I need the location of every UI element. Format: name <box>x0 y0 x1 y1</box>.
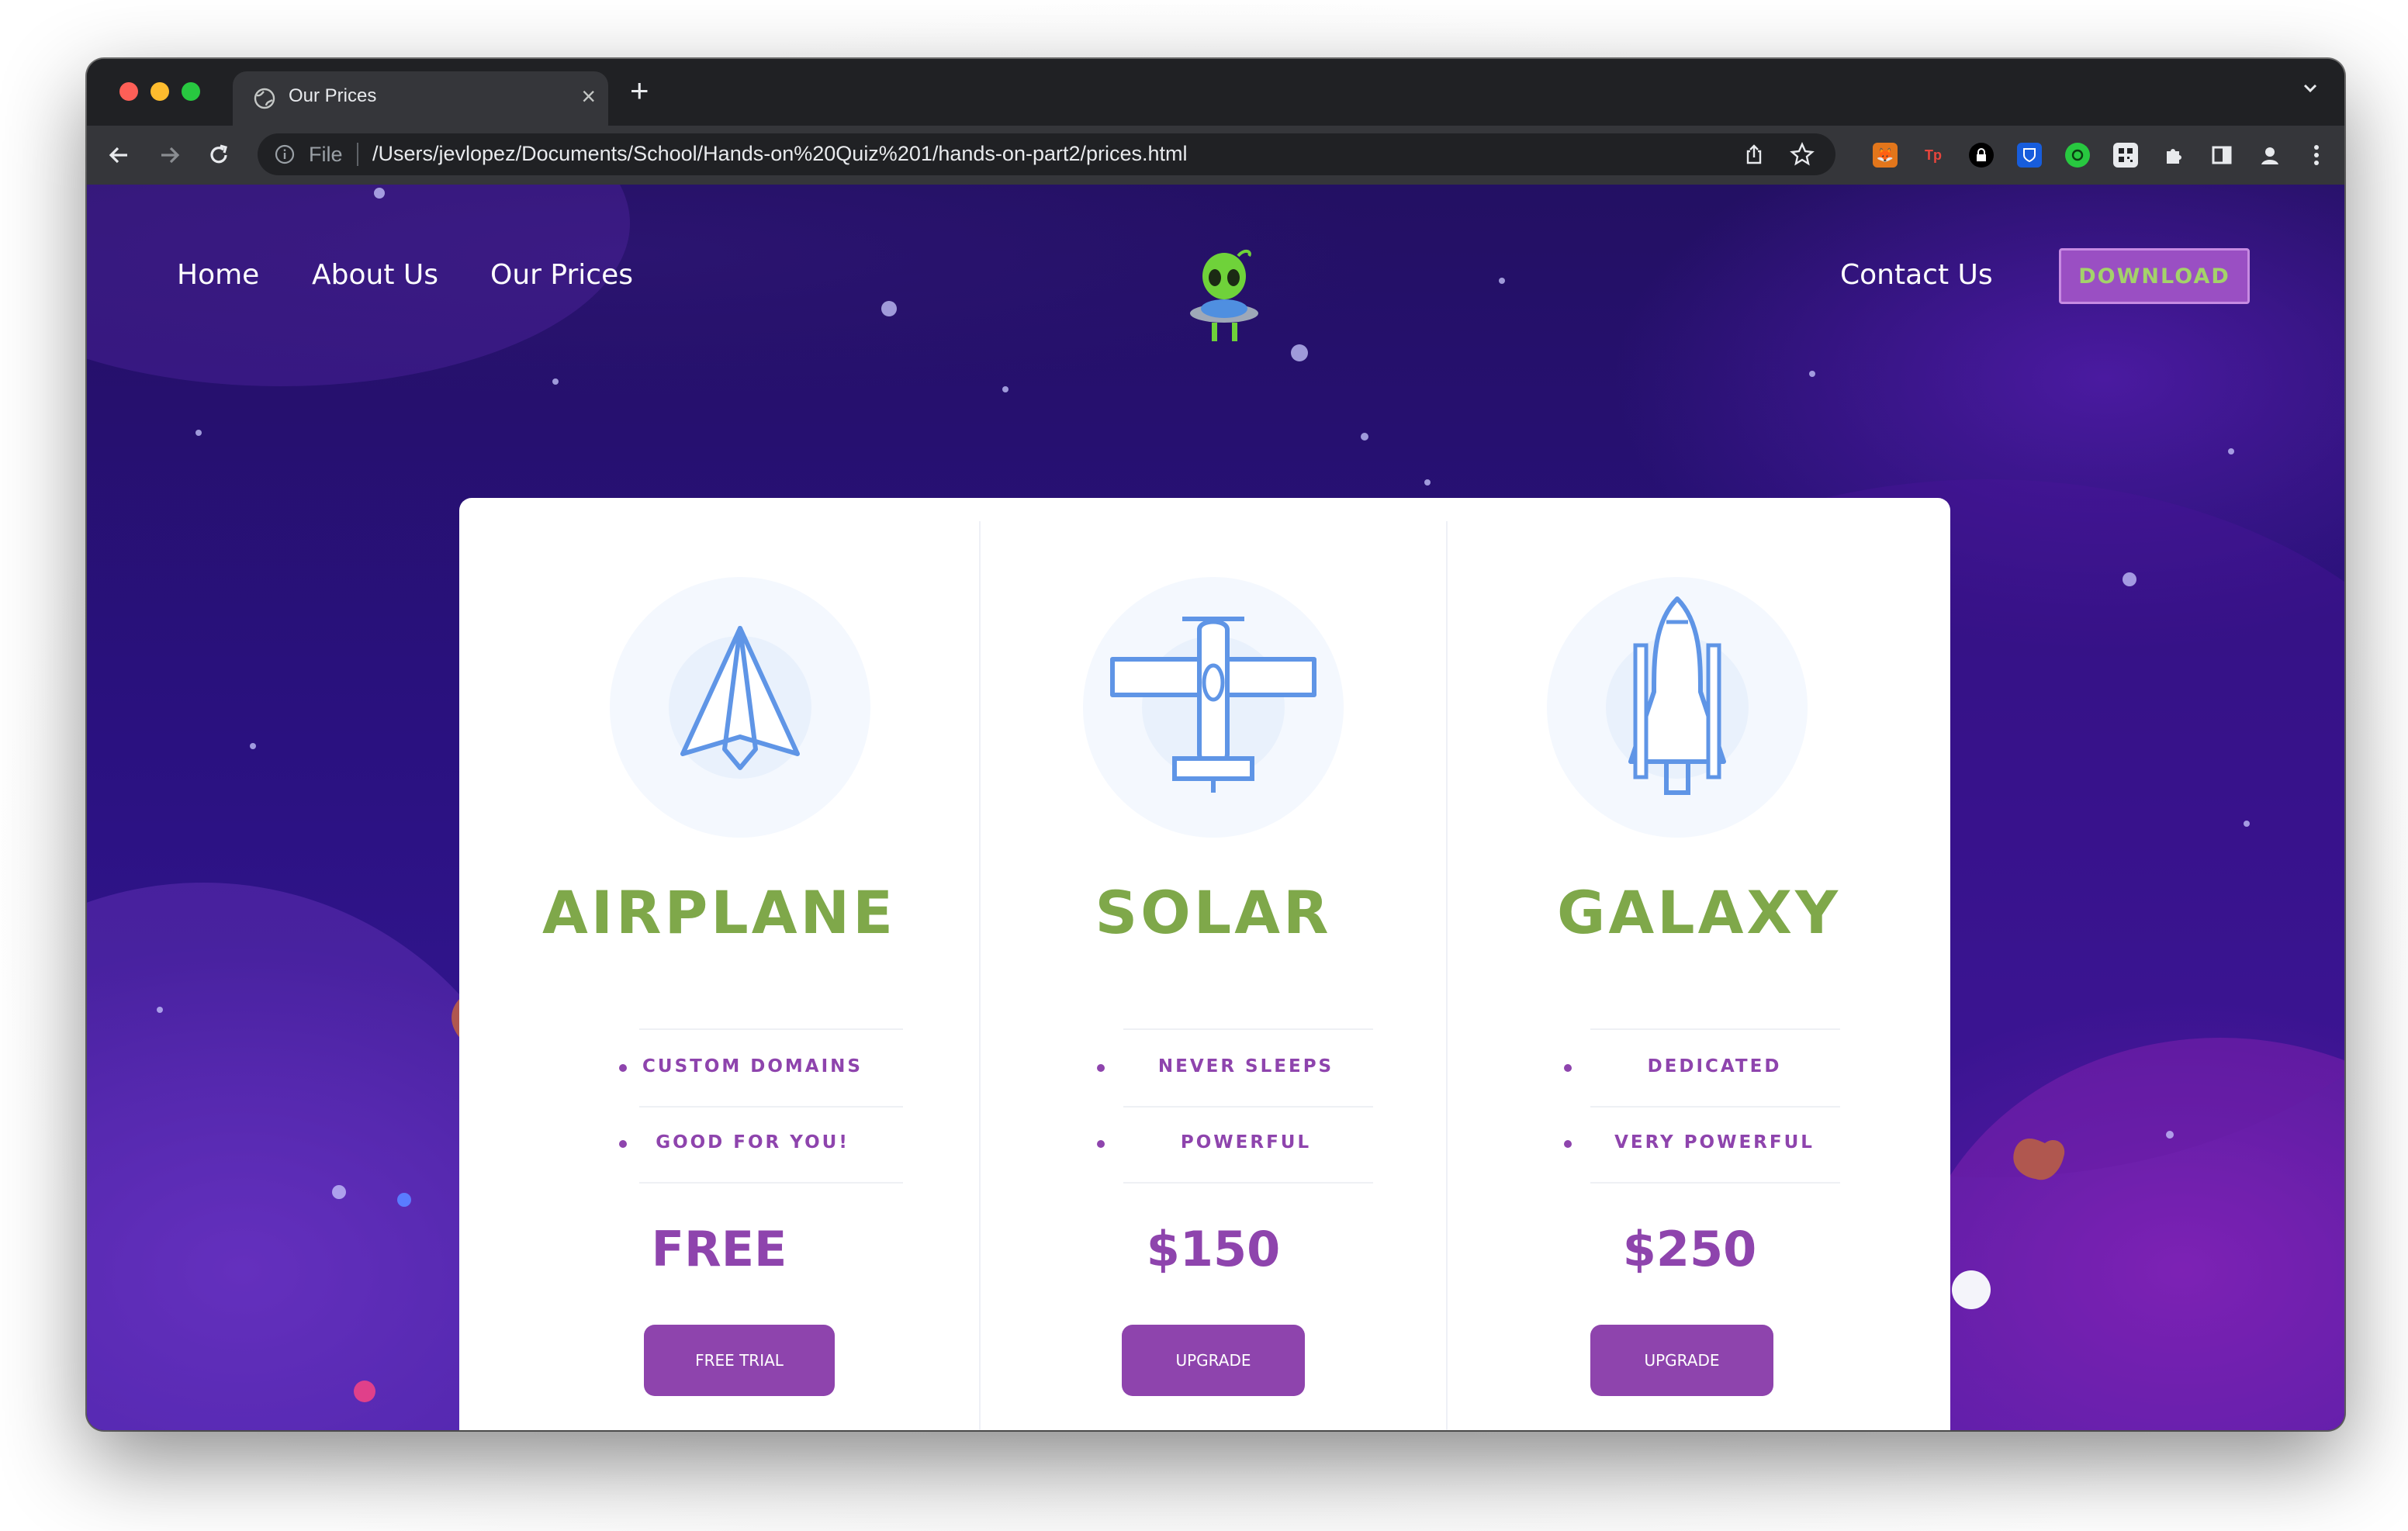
browser-window: Our Prices × + File /Users/jevlopez/Docu… <box>87 59 2344 1430</box>
omnibox-divider <box>357 143 358 166</box>
globe-icon <box>254 88 275 109</box>
close-window-button[interactable] <box>119 82 138 101</box>
url-scheme-label: File <box>309 143 343 166</box>
star-decoration <box>552 378 559 385</box>
profile-icon[interactable] <box>2258 143 2282 168</box>
lock-icon[interactable] <box>1969 143 1994 168</box>
minimize-window-button[interactable] <box>150 82 169 101</box>
feature-divider <box>639 1106 903 1108</box>
page-content: Home About Us Our Prices Contact Us DOWN… <box>87 185 2344 1430</box>
star-decoration <box>2244 821 2250 827</box>
qr-icon[interactable] <box>2113 143 2138 168</box>
feature-divider <box>1123 1028 1373 1030</box>
forward-arrow-icon[interactable] <box>154 140 185 171</box>
info-icon[interactable] <box>275 144 295 164</box>
star-decoration <box>1291 344 1308 361</box>
plan-name: AIRPLANE <box>541 878 897 947</box>
maximize-window-button[interactable] <box>182 82 200 101</box>
star-decoration <box>157 1007 163 1013</box>
feature-item: NEVER SLEEPS <box>1157 1056 1334 1077</box>
star-decoration <box>374 188 385 199</box>
plan-price: $250 <box>1622 1221 1757 1277</box>
new-tab-button[interactable]: + <box>630 71 649 110</box>
reload-icon[interactable] <box>203 140 234 171</box>
url-text[interactable]: /Users/jevlopez/Documents/School/Hands-o… <box>372 142 1188 166</box>
close-tab-icon[interactable]: × <box>581 81 596 112</box>
paper-plane-icon <box>610 577 870 838</box>
menu-icon[interactable] <box>2304 143 2329 168</box>
nav-our-prices[interactable]: Our Prices <box>490 259 633 291</box>
star-decoration <box>1952 1270 1991 1309</box>
space-shuttle-icon <box>1547 577 1808 838</box>
nav-about-us[interactable]: About Us <box>312 259 438 291</box>
feature-divider <box>639 1182 903 1184</box>
star-decoration <box>2228 448 2234 454</box>
feature-item: GOOD FOR YOU! <box>656 1132 849 1153</box>
share-icon[interactable] <box>1742 143 1766 166</box>
feature-item: DEDICATED <box>1647 1056 1782 1077</box>
feature-divider <box>1123 1182 1373 1184</box>
tab-strip: Our Prices × + <box>87 59 2344 126</box>
green-ext-icon[interactable] <box>2065 143 2090 168</box>
download-button[interactable]: DOWNLOAD <box>2059 248 2250 304</box>
star-decoration <box>354 1381 375 1402</box>
tab-our-prices[interactable]: Our Prices × <box>233 71 608 126</box>
feature-item: CUSTOM DOMAINS <box>642 1056 863 1077</box>
star-decoration <box>2123 572 2136 586</box>
upgrade-button[interactable]: UPGRADE <box>1122 1325 1305 1396</box>
feature-divider <box>1590 1028 1840 1030</box>
plan-solar: SOLAR NEVER SLEEPS POWERFUL $150 UPGRADE <box>981 498 1446 1430</box>
browser-toolbar: File /Users/jevlopez/Documents/School/Ha… <box>87 126 2344 185</box>
plan-galaxy: GALAXY DEDICATED VERY POWERFUL $250 UPGR… <box>1448 498 1950 1430</box>
star-decoration <box>332 1185 346 1199</box>
chevron-down-icon[interactable] <box>2299 78 2321 99</box>
star-decoration <box>2166 1131 2174 1139</box>
feature-divider <box>1590 1106 1840 1108</box>
plan-name: SOLAR <box>1095 878 1332 947</box>
pricing-card: AIRPLANE CUSTOM DOMAINS GOOD FOR YOU! FR… <box>459 498 1950 1430</box>
plan-airplane: AIRPLANE CUSTOM DOMAINS GOOD FOR YOU! FR… <box>459 498 979 1430</box>
bookmark-star-icon[interactable] <box>1789 141 1815 168</box>
star-decoration <box>881 301 897 316</box>
bitwarden-icon[interactable] <box>2017 143 2042 168</box>
feature-item: POWERFUL <box>1180 1132 1312 1153</box>
nav-home[interactable]: Home <box>177 259 259 291</box>
feature-divider <box>1123 1106 1373 1108</box>
star-decoration <box>1002 386 1009 392</box>
free-trial-button[interactable]: FREE TRIAL <box>644 1325 835 1396</box>
tp-icon[interactable]: Tp <box>1921 143 1946 168</box>
alien-logo-icon[interactable] <box>1187 245 1261 346</box>
propeller-plane-icon <box>1083 577 1344 838</box>
back-arrow-icon[interactable] <box>104 140 135 171</box>
nav-contact-us[interactable]: Contact Us <box>1840 259 1993 291</box>
plan-name: GALAXY <box>1556 878 1842 947</box>
upgrade-button[interactable]: UPGRADE <box>1590 1325 1773 1396</box>
puzzle-icon[interactable] <box>2161 143 2186 168</box>
sidepanel-icon[interactable] <box>2209 143 2234 168</box>
star-decoration <box>1499 278 1505 284</box>
feature-divider <box>639 1028 903 1030</box>
star-decoration <box>397 1193 411 1207</box>
star-decoration <box>1424 479 1431 486</box>
star-decoration <box>195 430 202 436</box>
feature-divider <box>1590 1182 1840 1184</box>
plan-price: $150 <box>1146 1221 1281 1277</box>
address-bar[interactable]: File /Users/jevlopez/Documents/School/Ha… <box>258 133 1835 175</box>
feature-item: VERY POWERFUL <box>1614 1132 1815 1153</box>
plan-price: FREE <box>651 1221 787 1277</box>
metamask-icon[interactable]: 🦊 <box>1873 143 1898 168</box>
star-decoration <box>1361 433 1368 441</box>
asteroid-decoration <box>2013 1138 2065 1180</box>
star-decoration <box>250 743 256 749</box>
star-decoration <box>1809 371 1815 377</box>
tab-title: Our Prices <box>289 85 377 106</box>
